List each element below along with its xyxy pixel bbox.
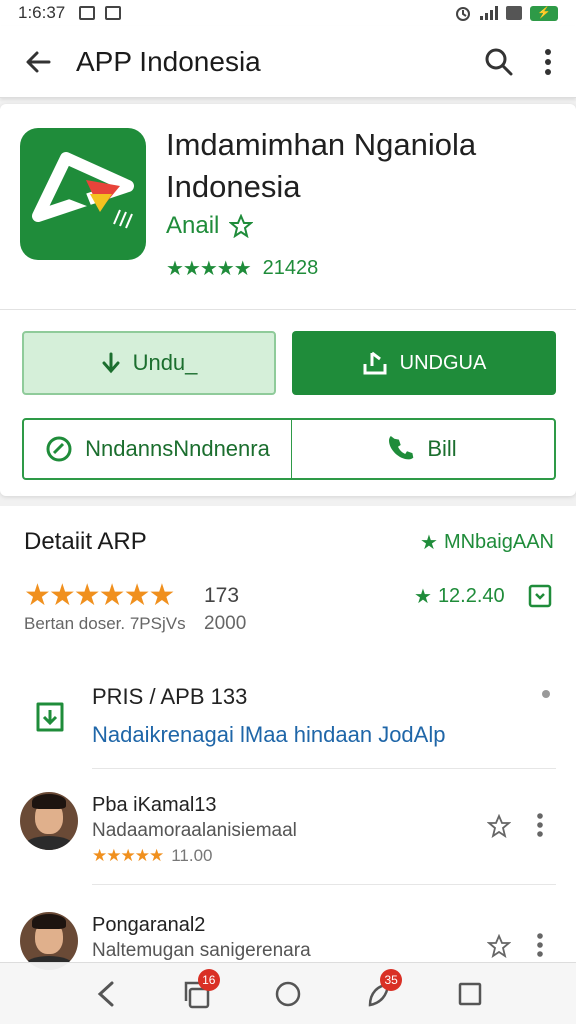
- publisher[interactable]: Anail: [166, 212, 254, 240]
- review-meta: ★★★★★ 11.00: [92, 846, 212, 866]
- alarm-icon: [456, 7, 470, 21]
- bookmark-icon[interactable]: [527, 582, 553, 608]
- back-nav-button[interactable]: [81, 969, 131, 1019]
- notification-badge: 16: [197, 968, 220, 991]
- app-icon: [20, 128, 146, 260]
- divider: [92, 768, 556, 769]
- download-button[interactable]: Undu_: [22, 331, 276, 395]
- search-icon[interactable]: [484, 47, 514, 77]
- system-nav-bar: 16 35: [0, 962, 576, 1024]
- star-outline-icon[interactable]: [487, 814, 511, 838]
- reviewer-name: Pba iKamal13: [92, 794, 217, 816]
- more-vert-icon[interactable]: [536, 932, 544, 958]
- back-arrow-icon: [26, 51, 51, 72]
- download-box-icon: [36, 702, 64, 732]
- bill-label: Bill: [427, 436, 457, 461]
- back-button[interactable]: [0, 47, 76, 77]
- back-nav-icon: [97, 981, 114, 1006]
- download-icon: [102, 352, 120, 374]
- install-button[interactable]: UNDGUA: [292, 331, 556, 395]
- rating-value: 173: [204, 584, 240, 607]
- home-icon: [275, 981, 301, 1006]
- signal-icon: [480, 6, 498, 20]
- download-label: Undu_: [132, 350, 198, 375]
- pris-label: PRIS / APB 133: [92, 684, 248, 709]
- verified-star-icon: [229, 214, 254, 238]
- review-text: Nadaamoraalanisiemaal: [92, 820, 297, 841]
- divider: [92, 884, 556, 885]
- recents-icon: [459, 982, 482, 1005]
- clock: 1:6:37: [18, 3, 66, 22]
- more-vert-icon[interactable]: [544, 48, 552, 76]
- page-title: APP Indonesia: [76, 45, 261, 77]
- more-vert-icon[interactable]: [536, 812, 544, 838]
- pris-row[interactable]: PRIS / APB 133 Nadaikrenagai lMaa hindaa…: [0, 672, 576, 770]
- app-rating: ★★★★★ 21428: [166, 256, 318, 281]
- divider: [0, 309, 576, 310]
- phone-icon: [389, 436, 414, 460]
- download-count-value: 12.2.40: [437, 585, 505, 607]
- app-bar: APP Indonesia: [0, 26, 576, 98]
- star-icon: ★: [420, 532, 438, 554]
- assistant-nav-button[interactable]: 35: [354, 968, 404, 1019]
- detail-card: Detaiit ARP ★ MNbaigAAN ★★★★★★ 173 Berta…: [0, 506, 576, 1024]
- battery-icon: ⚡: [530, 5, 558, 21]
- star-icon: ★: [414, 586, 432, 608]
- detail-title: Detaiit ARP: [24, 528, 147, 555]
- rating-count: 21428: [262, 257, 319, 279]
- reviewer-name: Pongaranal2: [92, 914, 206, 936]
- upload-icon: [363, 351, 387, 375]
- rating-caption: Bertan doser. 7PSjVs: [24, 614, 186, 633]
- notification-badge: 35: [380, 968, 403, 991]
- review-text: Naltemugan sanigerenara: [92, 940, 311, 961]
- app-header-card: Imdamimhan Nganiola Indonesia Anail ★★★★…: [0, 104, 576, 496]
- avatar: [20, 792, 78, 850]
- recents-nav-button[interactable]: [445, 969, 495, 1019]
- share-button[interactable]: NndannsNndnenra: [22, 418, 292, 480]
- detail-tag-label: MNbaigAAN: [443, 531, 554, 553]
- app-name: Imdamimhan Nganiola Indonesia: [166, 127, 477, 204]
- review-value: 11.00: [171, 846, 213, 865]
- install-label: UNDGUA: [399, 351, 487, 374]
- star-outline-icon[interactable]: [487, 934, 511, 958]
- status-bar: 1:6:37 ⚡: [0, 0, 576, 26]
- bill-button[interactable]: Bill: [291, 418, 556, 480]
- rating-caption-count: 2000: [204, 613, 247, 634]
- more-dot-icon[interactable]: [542, 690, 550, 698]
- rating-stars-icon: ★★★★★: [166, 258, 252, 280]
- pris-link[interactable]: Nadaikrenagai lMaa hindaan JodAlp: [92, 722, 445, 748]
- share-icon: [46, 436, 72, 462]
- notifications-nav-button[interactable]: 16: [172, 968, 222, 1019]
- download-count: ★ 12.2.40: [414, 584, 505, 609]
- rating-stars-icon: ★★★★★★: [24, 579, 175, 612]
- home-nav-button[interactable]: [263, 969, 313, 1019]
- notification-icon: [79, 6, 96, 20]
- image-notification-icon: [105, 6, 122, 20]
- review-stars-icon: ★★★★★: [92, 846, 164, 865]
- publisher-label: Anail: [166, 212, 220, 239]
- sim-icon: [506, 6, 522, 20]
- share-label: NndannsNndnenra: [85, 436, 270, 461]
- detail-tag[interactable]: ★ MNbaigAAN: [420, 530, 554, 555]
- review-item[interactable]: Pba iKamal13 Nadaamoraalanisiemaal ★★★★★…: [0, 784, 576, 884]
